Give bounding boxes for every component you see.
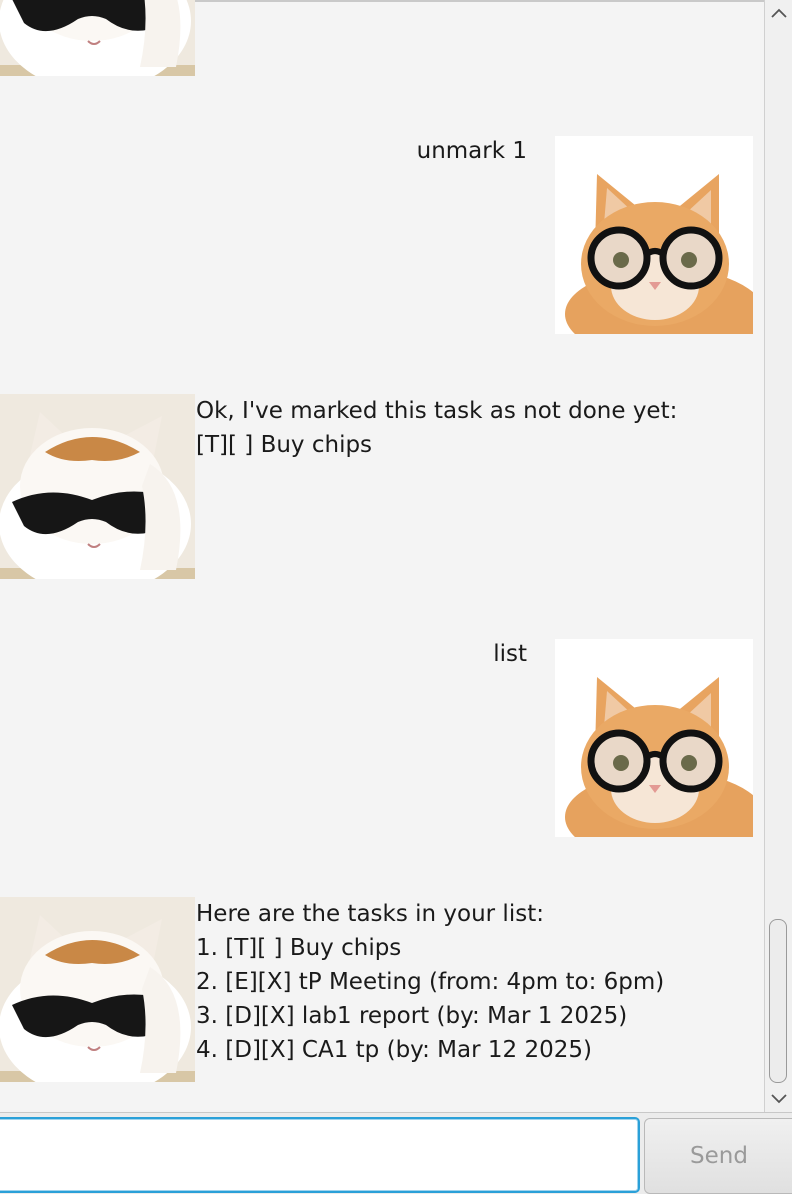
user-message-text: unmark 1 <box>416 138 527 164</box>
bot-avatar <box>0 897 195 1082</box>
vertical-scrollbar[interactable] <box>764 0 792 1112</box>
chevron-down-icon <box>770 1094 787 1104</box>
bot-message-text: Ok, I've marked this task as not done ye… <box>196 398 678 458</box>
scroll-down-button[interactable] <box>765 1086 792 1112</box>
scroll-thumb[interactable] <box>769 919 787 1083</box>
bot-avatar <box>0 0 195 76</box>
input-bar: Send <box>0 1112 792 1194</box>
send-button[interactable]: Send <box>644 1118 792 1194</box>
user-avatar <box>555 639 753 837</box>
user-message-text: list <box>493 641 527 667</box>
bot-message-text: Here are the tasks in your list: 1. [T][… <box>196 901 665 1063</box>
bot-avatar <box>0 394 195 579</box>
scroll-up-button[interactable] <box>765 0 792 26</box>
user-avatar <box>555 136 753 334</box>
chat-history[interactable]: unmark 1 Ok, I've marked this task as no… <box>0 0 764 1112</box>
chevron-up-icon <box>770 8 787 18</box>
message-input[interactable] <box>0 1117 640 1193</box>
